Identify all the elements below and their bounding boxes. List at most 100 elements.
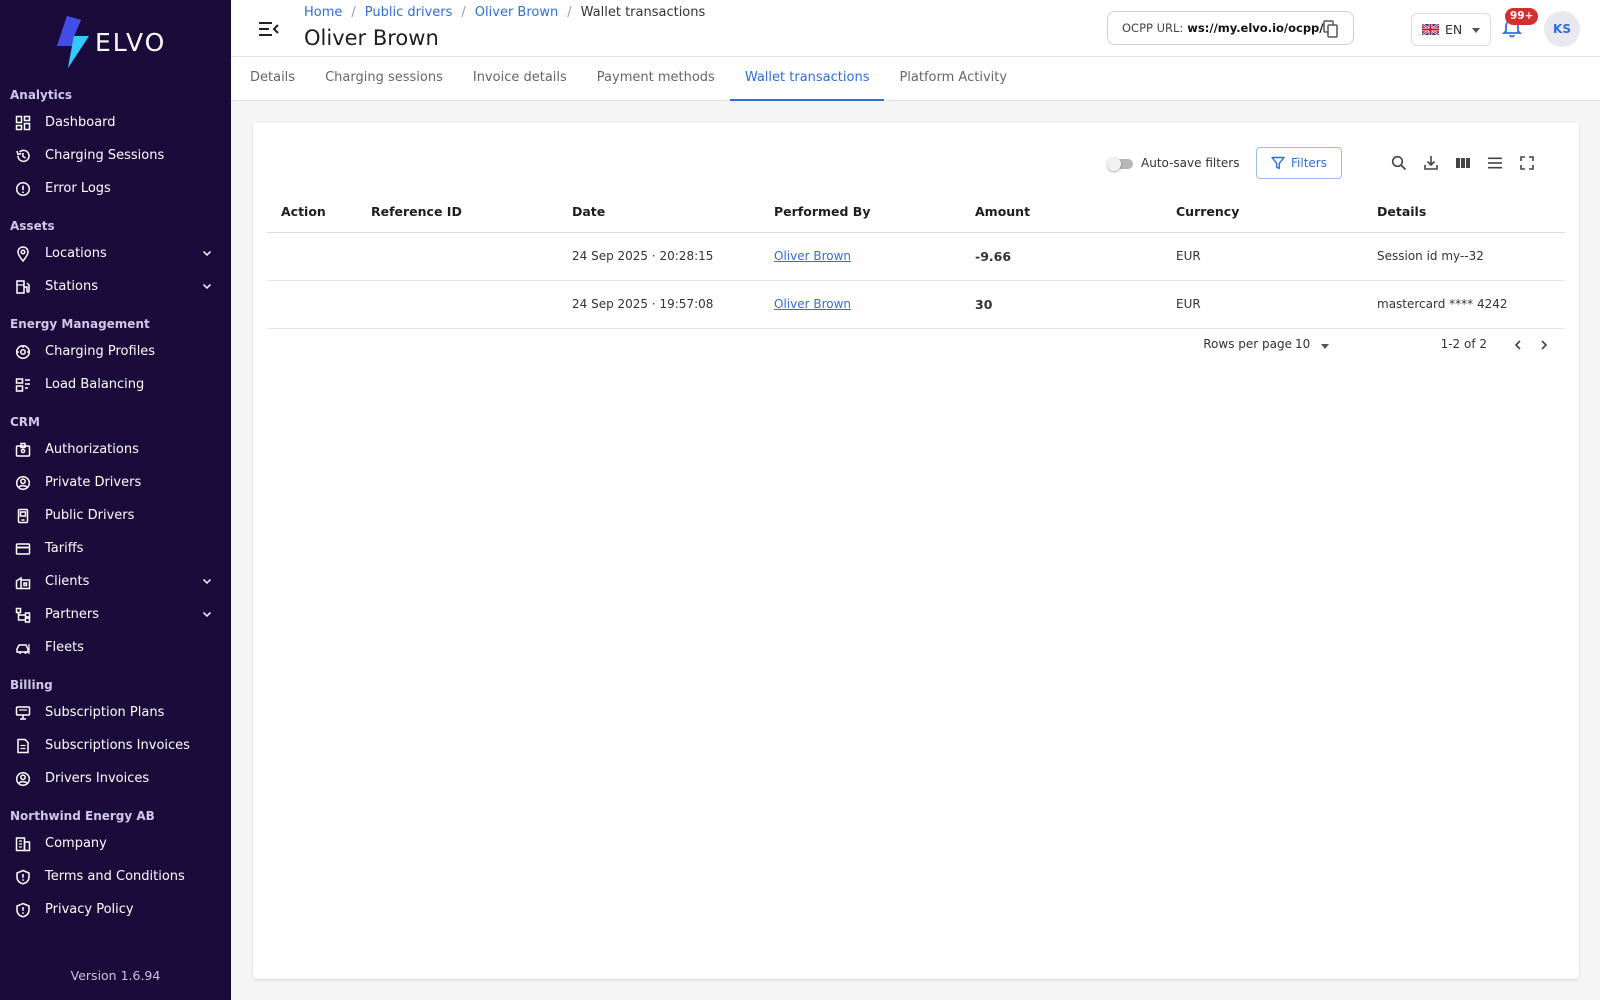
menu-collapse-icon[interactable] <box>259 20 279 38</box>
column-header-reference-id[interactable]: Reference ID <box>357 192 558 233</box>
sidebar-item-label: Subscription Plans <box>45 705 165 720</box>
shield-icon <box>14 901 32 919</box>
filters-button[interactable]: Filters <box>1256 147 1342 179</box>
fullscreen-icon[interactable] <box>1519 155 1535 171</box>
cell-reference-id <box>357 232 558 281</box>
plan-icon <box>14 704 32 722</box>
column-header-details[interactable]: Details <box>1363 192 1565 233</box>
sidebar-item-label: Charging Sessions <box>45 148 165 163</box>
station-icon <box>14 278 32 296</box>
app-version: Version 1.6.94 <box>70 968 161 983</box>
density-icon[interactable] <box>1487 155 1503 171</box>
sidebar-item-locations[interactable]: Locations <box>0 237 231 270</box>
sidebar-item-label: Private Drivers <box>45 475 142 490</box>
next-page-icon[interactable] <box>1537 338 1551 352</box>
sidebar-item-subscription-plans[interactable]: Subscription Plans <box>0 696 231 729</box>
previous-page-icon[interactable] <box>1511 338 1525 352</box>
sidebar-item-charging-profiles[interactable]: Charging Profiles <box>0 335 231 368</box>
sidebar-item-authorizations[interactable]: Authorizations <box>0 433 231 466</box>
sidebar-item-label: Partners <box>45 607 100 622</box>
cell-amount: 30 <box>961 280 1162 329</box>
sidebar-item-drivers-invoices[interactable]: Drivers Invoices <box>0 762 231 795</box>
sidebar: ELVO Analytics Dashboard Charging Sessions… <box>0 0 231 1000</box>
column-header-amount[interactable]: Amount <box>961 192 1162 233</box>
column-header-currency[interactable]: Currency <box>1162 192 1363 233</box>
copy-icon[interactable] <box>1323 20 1339 38</box>
cell-reference-id <box>357 280 558 329</box>
shield-icon <box>14 868 32 886</box>
tab-charging-sessions[interactable]: Charging sessions <box>310 57 458 101</box>
sidebar-item-public-drivers[interactable]: Public Drivers <box>0 499 231 532</box>
cell-action <box>267 280 357 329</box>
elvo-logo[interactable]: ELVO <box>55 14 166 70</box>
sidebar-item-clients[interactable]: Clients <box>0 565 231 598</box>
breadcrumb-separator: / <box>351 5 356 20</box>
breadcrumb-driver[interactable]: Oliver Brown <box>475 5 558 20</box>
sidebar-item-dashboard[interactable]: Dashboard <box>0 106 231 139</box>
tab-platform-activity[interactable]: Platform Activity <box>884 57 1022 101</box>
search-icon[interactable] <box>1391 155 1407 171</box>
language-select[interactable]: EN <box>1411 13 1491 46</box>
sidebar-nav: Analytics Dashboard Charging Sessions Error… <box>0 82 231 934</box>
ocpp-url-value: ws://my.elvo.io/ocpp/ <box>1187 21 1324 35</box>
sidebar-item-label: Tariffs <box>45 541 84 556</box>
rows-per-page-select[interactable]: 10 <box>1295 337 1335 357</box>
car-icon <box>14 639 32 657</box>
rows-per-page-value: 10 <box>1295 337 1311 351</box>
sidebar-item-tariffs[interactable]: Tariffs <box>0 532 231 565</box>
sidebar-item-company[interactable]: Company <box>0 827 231 860</box>
sidebar-item-label: Locations <box>45 246 107 261</box>
chevron-down-icon <box>202 250 212 257</box>
performed-by-link[interactable]: Oliver Brown <box>774 249 851 263</box>
rows-per-page-label: Rows per page <box>1203 337 1292 351</box>
page-title: Oliver Brown <box>304 26 439 50</box>
hierarchy-icon <box>14 606 32 624</box>
columns-icon[interactable] <box>1455 155 1471 171</box>
badge-icon <box>14 441 32 459</box>
filter-icon <box>1271 156 1285 170</box>
table-row[interactable]: 24 Sep 2025 · 20:28:15 Oliver Brown -9.6… <box>267 232 1565 281</box>
driver-tabs: Details Charging sessions Invoice details P… <box>231 57 1600 101</box>
sidebar-item-charging-sessions[interactable]: Charging Sessions <box>0 139 231 172</box>
breadcrumb-home[interactable]: Home <box>304 5 342 20</box>
sidebar-item-error-logs[interactable]: Error Logs <box>0 172 231 205</box>
dashboard-icon <box>14 114 32 132</box>
sidebar-item-privacy-policy[interactable]: Privacy Policy <box>0 893 231 926</box>
user-circle-icon <box>14 770 32 788</box>
sidebar-item-label: Drivers Invoices <box>45 771 150 786</box>
sidebar-item-fleets[interactable]: Fleets <box>0 631 231 664</box>
balance-icon <box>14 376 32 394</box>
tab-invoice-details[interactable]: Invoice details <box>458 57 582 101</box>
sidebar-item-terms-and-conditions[interactable]: Terms and Conditions <box>0 860 231 893</box>
history-icon <box>14 147 32 165</box>
tab-wallet-transactions[interactable]: Wallet transactions <box>729 57 885 101</box>
sidebar-section-title: CRM <box>10 415 40 429</box>
performed-by-link[interactable]: Oliver Brown <box>774 297 851 311</box>
tab-details[interactable]: Details <box>231 57 310 101</box>
column-header-performed-by[interactable]: Performed By <box>760 192 961 233</box>
sidebar-section-title: Energy Management <box>10 317 150 331</box>
wallet-transactions-card: Auto-save filters Filters Action Referen… <box>253 123 1579 979</box>
error-icon <box>14 180 32 198</box>
chevron-down-icon <box>202 578 212 585</box>
sidebar-item-label: Error Logs <box>45 181 111 196</box>
sidebar-item-subscriptions-invoices[interactable]: Subscriptions Invoices <box>0 729 231 762</box>
language-label: EN <box>1445 22 1463 37</box>
autosave-filters-toggle[interactable] <box>1107 157 1133 171</box>
tab-payment-methods[interactable]: Payment methods <box>582 57 730 101</box>
sidebar-item-stations[interactable]: Stations <box>0 270 231 303</box>
user-avatar[interactable]: KS <box>1544 11 1580 47</box>
column-header-action[interactable]: Action <box>267 192 357 233</box>
breadcrumb-public-drivers[interactable]: Public drivers <box>365 5 453 20</box>
download-icon[interactable] <box>1423 155 1439 171</box>
cell-details: mastercard **** 4242 <box>1363 280 1565 329</box>
sidebar-item-partners[interactable]: Partners <box>0 598 231 631</box>
sidebar-item-load-balancing[interactable]: Load Balancing <box>0 368 231 401</box>
sidebar-item-private-drivers[interactable]: Private Drivers <box>0 466 231 499</box>
user-circle-icon <box>14 474 32 492</box>
speed-icon <box>14 343 32 361</box>
cell-date: 24 Sep 2025 · 20:28:15 <box>558 232 760 281</box>
column-header-date[interactable]: Date <box>558 192 760 233</box>
table-row[interactable]: 24 Sep 2025 · 19:57:08 Oliver Brown 30 E… <box>267 280 1565 329</box>
document-icon <box>14 737 32 755</box>
